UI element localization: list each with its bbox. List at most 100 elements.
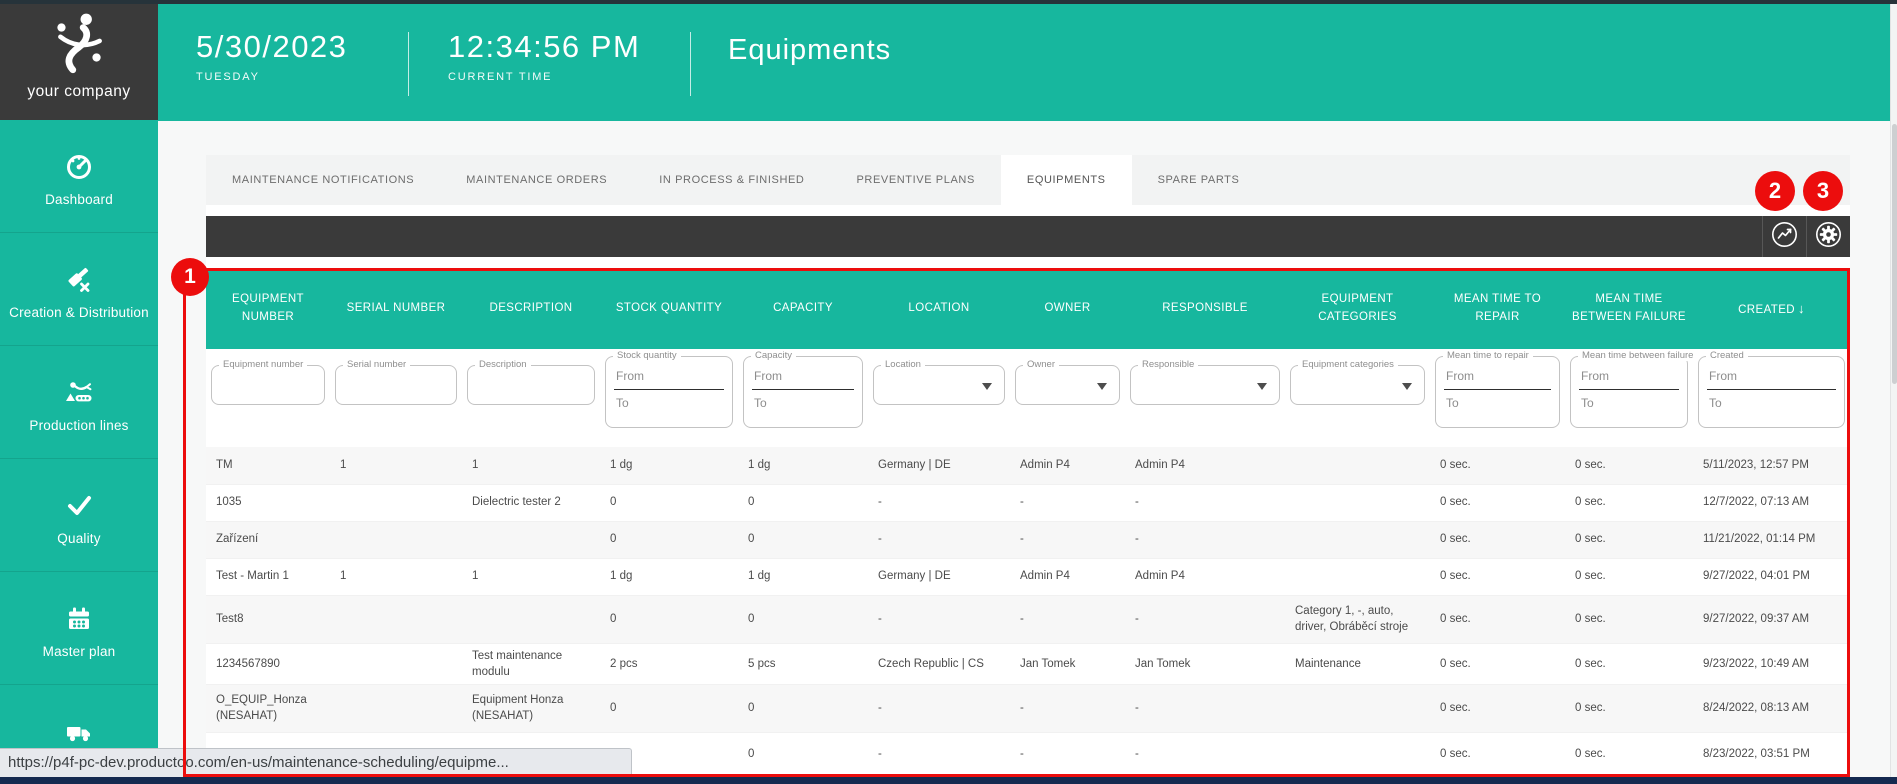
filter-label: Mean time to repair — [1443, 350, 1533, 361]
table-cell: Equipment Honza (NESAHAT) — [462, 684, 600, 732]
tab-preventive-plans[interactable]: PREVENTIVE PLANS — [830, 155, 1000, 205]
filter-label: Capacity — [751, 350, 796, 361]
table-cell: - — [868, 732, 1010, 776]
table-cell: 0 sec. — [1565, 447, 1693, 484]
filter-description: Description — [467, 365, 595, 405]
table-cell: 8/23/2022, 03:51 PM — [1693, 732, 1850, 776]
chevron-down-icon — [1257, 383, 1267, 390]
table-cell: Czech Republic | CS — [868, 643, 1010, 684]
table-row[interactable]: 1035Dielectric tester 200---0 sec.0 sec.… — [206, 484, 1850, 521]
filter-label: Equipment number — [219, 359, 307, 370]
column-header-location[interactable]: LOCATION — [868, 269, 1010, 349]
filter-mean-time-between-failure: Mean time between failure — [1570, 356, 1688, 428]
table-cell: 1 dg — [738, 558, 868, 595]
filter-capacity-from-input[interactable] — [752, 367, 854, 390]
filter-stock-quantity-from-input[interactable] — [614, 367, 724, 390]
filter-mean-time-between-failure-from-input[interactable] — [1579, 367, 1679, 390]
table-row[interactable]: O_EQUIP_Honza (NESAHAT)Equipment Honza (… — [206, 684, 1850, 732]
table-cell: Admin P4 — [1125, 447, 1285, 484]
chart-button[interactable] — [1762, 216, 1806, 257]
sidebar-item-master-plan[interactable]: Master plan — [0, 572, 158, 685]
tab-equipments[interactable]: EQUIPMENTS — [1001, 155, 1132, 205]
column-header-description[interactable]: DESCRIPTION — [462, 269, 600, 349]
tab-spare-parts[interactable]: SPARE PARTS — [1132, 155, 1266, 205]
filter-label: Mean time between failure — [1578, 350, 1697, 361]
table-row[interactable]: TM111 dg1 dgGermany | DEAdmin P4Admin P4… — [206, 447, 1850, 484]
table-cell: 9/23/2022, 10:49 AM — [1693, 643, 1850, 684]
table-cell: 0 sec. — [1565, 595, 1693, 643]
column-header-mean-time-to-repair[interactable]: MEAN TIME TO REPAIR — [1430, 269, 1565, 349]
filter-created-from-input[interactable] — [1707, 367, 1836, 390]
settings-button[interactable] — [1806, 216, 1850, 257]
sidebar-item-label: Dashboard — [0, 192, 158, 207]
table-cell: - — [868, 684, 1010, 732]
column-header-owner[interactable]: OWNER — [1010, 269, 1125, 349]
header-divider — [408, 32, 409, 96]
table-cell: 0 sec. — [1430, 643, 1565, 684]
column-header-serial-number[interactable]: SERIAL NUMBER — [330, 269, 462, 349]
table-cell — [1285, 484, 1430, 521]
filter-created-to-input[interactable] — [1707, 394, 1836, 412]
sidebar-nav: Dashboard Creation & DistributionProducti… — [0, 120, 158, 777]
app-header: 5/30/2023 TUESDAY 12:34:56 PM CURRENT TI… — [158, 4, 1890, 121]
filter-mean-time-to-repair-to-input[interactable] — [1444, 394, 1551, 412]
filter-responsible-select[interactable]: Responsible — [1130, 365, 1280, 405]
table-cell: 0 sec. — [1430, 447, 1565, 484]
scrollbar-thumb[interactable] — [1892, 124, 1897, 384]
table-cell: 5/11/2023, 12:57 PM — [1693, 447, 1850, 484]
filter-label: Description — [475, 359, 531, 370]
column-header-responsible[interactable]: RESPONSIBLE — [1125, 269, 1285, 349]
filter-cell-equipment-categories: Equipment categories — [1285, 349, 1430, 447]
table-cell: 0 sec. — [1430, 732, 1565, 776]
sidebar-item-dashboard[interactable]: Dashboard — [0, 120, 158, 233]
table-cell: 0 sec. — [1565, 521, 1693, 558]
column-header-equipment-categories[interactable]: EQUIPMENT CATEGORIES — [1285, 269, 1430, 349]
column-header-mean-time-between-failure[interactable]: MEAN TIME BETWEEN FAILURE — [1565, 269, 1693, 349]
table-cell: 1035 — [206, 484, 330, 521]
table-cell: 0 sec. — [1430, 595, 1565, 643]
column-header-stock-quantity[interactable]: STOCK QUANTITY — [600, 269, 738, 349]
table-row[interactable]: Test - Martin 1111 dg1 dgGermany | DEAdm… — [206, 558, 1850, 595]
sidebar-item-quality[interactable]: Quality — [0, 459, 158, 572]
column-header-equipment-number[interactable]: EQUIPMENT NUMBER — [206, 269, 330, 349]
tab-maintenance-orders[interactable]: MAINTENANCE ORDERS — [440, 155, 633, 205]
sidebar-item-production-lines[interactable]: Production lines — [0, 346, 158, 459]
column-header-label: CREATED — [1738, 304, 1795, 316]
table-row[interactable]: Zařízení00---0 sec.0 sec.11/21/2022, 01:… — [206, 521, 1850, 558]
table-cell: Germany | DE — [868, 447, 1010, 484]
column-header-label: LOCATION — [908, 302, 969, 314]
filter-equipment-categories-select[interactable]: Equipment categories — [1290, 365, 1425, 405]
filter-cell-capacity: Capacity — [738, 349, 868, 447]
company-logo[interactable]: your company — [0, 0, 158, 120]
filter-description-input[interactable] — [473, 378, 589, 390]
filter-location-select[interactable]: Location — [873, 365, 1005, 405]
chart-line-icon — [1771, 221, 1798, 253]
table-cell: Jan Tomek — [1125, 643, 1285, 684]
current-time: 12:34:56 PM — [448, 31, 640, 62]
column-header-capacity[interactable]: CAPACITY — [738, 269, 868, 349]
filter-serial-number-input[interactable] — [341, 378, 451, 390]
tab-maintenance-notifications[interactable]: MAINTENANCE NOTIFICATIONS — [206, 155, 440, 205]
table-cell: 8/24/2022, 08:13 AM — [1693, 684, 1850, 732]
sidebar-item-label: Master plan — [0, 644, 158, 659]
sort-desc-icon[interactable]: ↓ — [1798, 301, 1805, 316]
filter-equipment-number-input[interactable] — [217, 378, 319, 390]
column-header-label: EQUIPMENT CATEGORIES — [1318, 293, 1397, 323]
filter-owner-select[interactable]: Owner — [1015, 365, 1120, 405]
table-row[interactable]: 1234567890Test maintenance modulu2 pcs5 … — [206, 643, 1850, 684]
table-cell — [1285, 558, 1430, 595]
tab-in-process-and-finished[interactable]: IN PROCESS & FINISHED — [633, 155, 830, 205]
column-header-created[interactable]: CREATED↓ — [1693, 269, 1850, 349]
filter-label: Stock quantity — [613, 350, 681, 361]
table-cell: 0 sec. — [1565, 643, 1693, 684]
table-cell: 9/27/2022, 09:37 AM — [1693, 595, 1850, 643]
filter-cell-serial-number: Serial number — [330, 349, 462, 447]
vertical-scrollbar[interactable] — [1890, 4, 1897, 777]
table-row[interactable]: Test800---Category 1, -, auto, driver, O… — [206, 595, 1850, 643]
filter-stock-quantity-to-input[interactable] — [614, 394, 724, 412]
filter-stock-quantity: Stock quantity — [605, 356, 733, 428]
filter-capacity-to-input[interactable] — [752, 394, 854, 412]
filter-mean-time-between-failure-to-input[interactable] — [1579, 394, 1679, 412]
filter-mean-time-to-repair-from-input[interactable] — [1444, 367, 1551, 390]
sidebar-item-creation-and-distribution[interactable]: Creation & Distribution — [0, 233, 158, 346]
